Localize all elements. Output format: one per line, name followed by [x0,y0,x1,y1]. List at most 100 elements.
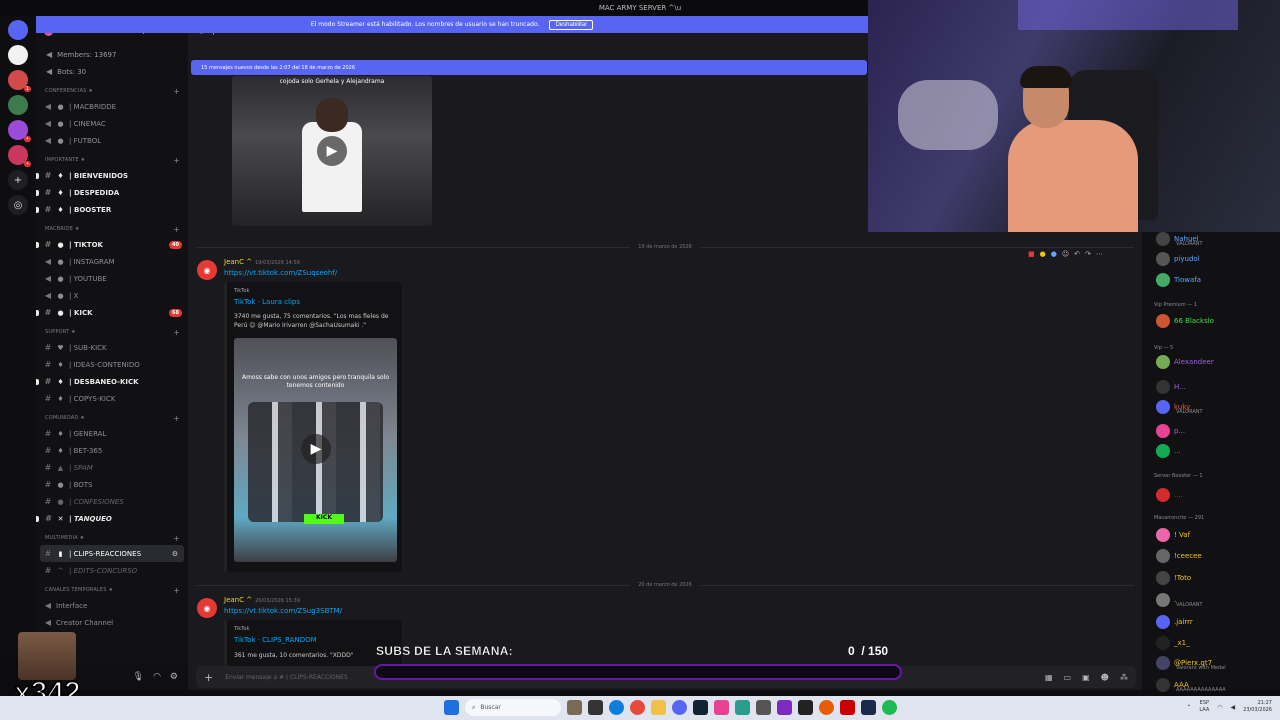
member-item[interactable]: Tiowafa [1156,273,1280,287]
server-icon[interactable] [8,45,28,65]
language-indicator[interactable]: ESP LAA [1199,700,1209,714]
message-link[interactable]: https://vt.tiktok.com/ZSug3SBTM/ [224,607,342,615]
message-author[interactable]: JeanC ^ 20/03/2026 15:39 [224,596,300,604]
video-thumbnail[interactable]: cojoda solo Gerhela y Alejandrama ▶ [232,76,432,226]
sticker-icon[interactable]: ▣ [1082,673,1090,682]
avatar[interactable]: ◉ [197,598,217,618]
embed-title[interactable]: TikTok · CLIPS_RANDOM [234,636,317,644]
channel-item[interactable]: ◀ ● | X [36,287,188,304]
headphones-icon[interactable]: ◠ [153,672,161,682]
chrome-icon[interactable] [630,700,645,715]
emoji-icon[interactable]: ☻ [1101,673,1109,682]
windows-start-icon[interactable] [444,700,459,715]
message-input[interactable]: Enviar mensaje a # | CLIPS-REACCIONES [225,674,348,681]
video-thumbnail[interactable]: Amoss sabe con unos amigos pero tranquil… [234,338,397,562]
file-explorer-icon[interactable] [651,700,666,715]
add-server-icon[interactable]: + [8,170,28,190]
add-channel-icon[interactable]: + [173,156,180,165]
edge-icon[interactable] [609,700,624,715]
message-link[interactable]: https://vt.tiktok.com/ZSuqseohf/ [224,269,337,277]
channel-item[interactable]: # ▮ | CLIPS-REACCIONES ⚙ [40,545,184,562]
channel-item[interactable]: # ♦ | COPYS-KICK [36,390,188,407]
gift-icon[interactable]: ▦ [1045,673,1053,682]
wifi-icon[interactable]: ◠ [1217,704,1222,711]
category-header[interactable]: MULTIMEDIA ★ + [36,531,188,545]
add-channel-icon[interactable]: + [173,328,180,337]
disable-streamer-mode-button[interactable]: Deshabilitar [549,19,594,30]
category-header[interactable]: COMUNIDAD ★ + [36,411,188,425]
channel-item[interactable]: # ♦ | BIENVENIDOS [36,167,188,184]
chevron-up-icon[interactable]: ⌃ [1186,704,1191,711]
channel-item[interactable]: ◀ Interface [36,597,188,614]
member-item[interactable]: Alexandeer [1156,355,1280,369]
add-channel-icon[interactable]: + [173,87,180,96]
channel-item[interactable]: ◀ ● | FUTBOL [36,132,188,149]
server-icon[interactable]: • [8,145,31,167]
category-header[interactable]: MACBRIDE ★ + [36,222,188,236]
channel-item[interactable]: ◀ ● | MACBRIDDE [36,98,188,115]
channel-item[interactable]: # ♦ | BET-365 [36,442,188,459]
member-item[interactable]: @Pierx.gt7 Valorant with Medal [1156,656,1280,671]
channel-item[interactable]: # ● | KICK 68 [36,304,188,321]
channel-item[interactable]: ◀ ● | YOUTUBE [36,270,188,287]
more-icon[interactable]: ⋯ [1096,250,1103,258]
clock[interactable]: 21:27 23/03/2026 [1243,700,1272,714]
channel-item[interactable]: # ♦ | DESPEDIDA [36,184,188,201]
task-view-icon[interactable] [588,700,603,715]
channel-item[interactable]: # ♥ | SUB-KICK [36,339,188,356]
category-header[interactable]: CONFERENCIAS ★ + [36,84,188,98]
discover-icon[interactable]: ◎ [8,195,28,215]
new-messages-bar[interactable]: 15 mensajes nuevos desde las 2:07 del 18… [191,60,867,75]
member-item[interactable]: _x1_ [1156,636,1280,650]
channel-item[interactable]: ◀ ● | CINEMAC [36,115,188,132]
steam-icon[interactable] [693,700,708,715]
channel-item[interactable]: # ♦ | GENERAL [36,425,188,442]
add-channel-icon[interactable]: + [173,534,180,543]
channel-settings-icon[interactable]: ⚙ [172,550,178,558]
channel-item[interactable]: # ● | TIKTOK 40 [36,236,188,253]
reaction-icon[interactable]: ■ [1028,250,1035,258]
channel-item[interactable]: # ♦ | BOOSTER [36,201,188,218]
channel-item[interactable]: ◀ ● | INSTAGRAM [36,253,188,270]
apps-icon[interactable]: ⁂ [1120,673,1128,682]
embed-title[interactable]: TikTok · Laura clips [234,298,300,306]
play-icon[interactable]: ▶ [301,434,331,464]
add-channel-icon[interactable]: + [173,586,180,595]
member-item[interactable]: !Toto [1156,571,1280,585]
member-item[interactable]: AAA AAAAAAAAAAAAAA [1156,678,1280,693]
channel-item[interactable]: # ♦ | IDEAS-CONTENIDO [36,356,188,373]
message-author[interactable]: JeanC ^ 19/03/2026 14:56 [224,258,300,266]
add-channel-icon[interactable]: + [173,225,180,234]
channel-item[interactable]: # ● | BOTS [36,476,188,493]
app-icon[interactable] [714,700,729,715]
discord-icon[interactable] [672,700,687,715]
member-item[interactable]: kuky VALORANT [1156,400,1280,415]
forward-icon[interactable]: ↷ [1085,250,1091,258]
channel-item[interactable]: # ✕ | TANQUEO [36,510,188,527]
reaction-icon[interactable]: ● [1051,250,1057,258]
gif-icon[interactable]: ▭ [1064,673,1072,682]
widgets-icon[interactable] [567,700,582,715]
channel-item[interactable]: # ♦ | DESBANEO-KICK [36,373,188,390]
volume-icon[interactable]: ◀ [1231,704,1236,711]
member-item[interactable]: p... [1156,424,1280,438]
home-server-icon[interactable] [8,20,28,40]
member-item[interactable]: !ceecee [1156,549,1280,563]
member-item[interactable]: . VALORANT [1156,593,1280,608]
member-item[interactable]: piyudol [1156,252,1280,266]
app-icon[interactable] [756,700,771,715]
twitch-icon[interactable] [777,700,792,715]
obs-icon[interactable] [798,700,813,715]
member-item[interactable]: Nahuel VALORANT [1156,232,1280,247]
category-header[interactable]: IMPORTANTE ★ + [36,153,188,167]
channel-item[interactable]: # ^ | EDITS-CONCURSO [36,562,188,579]
app-icon[interactable] [840,700,855,715]
app-icon[interactable] [819,700,834,715]
category-header[interactable]: SUPPORT ★ + [36,325,188,339]
spotify-icon[interactable] [882,700,897,715]
server-icon[interactable]: 1 [8,70,31,92]
server-icon[interactable]: • [8,120,31,142]
settings-gear-icon[interactable]: ⚙ [170,672,178,682]
member-item[interactable]: ! Vaf [1156,528,1280,542]
channel-item[interactable]: # ● | CONFESIONES [36,493,188,510]
